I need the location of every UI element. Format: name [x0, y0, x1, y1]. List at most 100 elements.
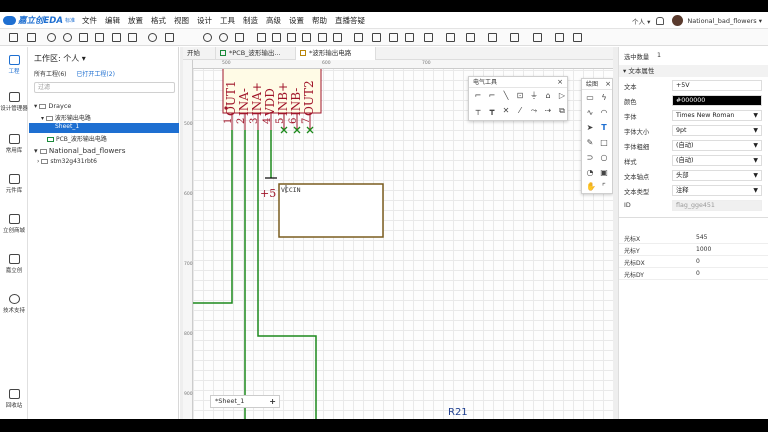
tree-stm32[interactable]: › stm32g431rbt6: [37, 158, 97, 165]
align-middle-icon[interactable]: [318, 33, 327, 42]
menu-tools[interactable]: 工具: [220, 15, 235, 26]
net-label-icon[interactable]: ⊡: [516, 92, 524, 100]
cut-icon[interactable]: [112, 33, 121, 42]
nav-component-lib[interactable]: 元件库: [0, 174, 28, 194]
netlist-icon[interactable]: [446, 33, 455, 42]
bom-icon[interactable]: [466, 33, 475, 42]
annotate-icon[interactable]: [424, 33, 433, 42]
bus-entry-icon[interactable]: ╲: [502, 92, 510, 100]
net-flag-icon[interactable]: ⌂: [544, 92, 552, 100]
menu-live-qa[interactable]: 直播答疑: [335, 15, 365, 26]
port-icon[interactable]: ▷: [558, 92, 566, 100]
tab-schematic[interactable]: *波形输出电路: [296, 47, 376, 60]
sheet-tab[interactable]: *Sheet_1 +: [210, 395, 280, 408]
align-right-icon[interactable]: [287, 33, 296, 42]
nav-design-manager[interactable]: 设计管理器: [0, 92, 28, 112]
corner-icon[interactable]: ⌜: [600, 183, 608, 191]
font-select[interactable]: Times New Roman ▼: [672, 110, 762, 121]
distribute-icon[interactable]: [354, 33, 363, 42]
menu-format[interactable]: 格式: [151, 15, 166, 26]
library-icon[interactable]: [533, 33, 542, 42]
image-icon[interactable]: ▭: [586, 94, 594, 102]
fit-icon[interactable]: [235, 33, 244, 42]
curve-icon[interactable]: ∿: [586, 109, 594, 117]
personal-dropdown[interactable]: 个人 ▾: [632, 16, 650, 26]
picture-icon[interactable]: ▣: [600, 169, 608, 177]
new-icon[interactable]: [9, 33, 18, 42]
menu-manufacture[interactable]: 制造: [243, 15, 258, 26]
nav-common-lib[interactable]: 常用库: [0, 134, 28, 154]
nav-lcsc[interactable]: 立创商城: [0, 214, 28, 234]
menu-view[interactable]: 视图: [174, 15, 189, 26]
align-left-icon[interactable]: [257, 33, 266, 42]
undo-icon[interactable]: [47, 33, 56, 42]
menu-advanced[interactable]: 高级: [266, 15, 281, 26]
tree-sheet-1[interactable]: Sheet_1: [29, 123, 179, 133]
filter-input[interactable]: 过滤: [34, 82, 175, 93]
junction-icon[interactable]: ⤳: [530, 107, 538, 115]
menu-edit[interactable]: 编辑: [105, 15, 120, 26]
arc-icon[interactable]: ◠: [600, 109, 608, 117]
align-top-icon[interactable]: [302, 33, 311, 42]
tab-start[interactable]: 开始: [183, 47, 216, 60]
bus-icon[interactable]: ⌐: [488, 92, 496, 100]
flip-v-icon[interactable]: [405, 33, 414, 42]
delete-icon[interactable]: [128, 33, 137, 42]
net-port-icon[interactable]: ⇢: [544, 107, 552, 115]
menu-place[interactable]: 放置: [128, 15, 143, 26]
copy-icon[interactable]: [79, 33, 88, 42]
menu-settings[interactable]: 设置: [289, 15, 304, 26]
schematic-canvas[interactable]: OUT1 INA- INA+ VDD INB+ INB- OUT2 1 2 3 …: [183, 60, 613, 419]
tree-pcb[interactable]: PCB_波形输出电路: [47, 134, 107, 143]
tab-pcb[interactable]: *PCB_波形输出...: [216, 47, 296, 60]
text-value-input[interactable]: +5V: [672, 80, 762, 91]
rotate-icon[interactable]: [372, 33, 381, 42]
menu-help[interactable]: 帮助: [312, 15, 327, 26]
zoom-out-icon[interactable]: [219, 33, 228, 42]
vcc-icon[interactable]: ┳: [488, 107, 496, 115]
bell-icon[interactable]: [656, 16, 665, 25]
pen-icon[interactable]: ⁄: [516, 107, 524, 115]
wire-icon[interactable]: ⌐: [474, 92, 482, 100]
nav-trash[interactable]: 回收站: [0, 389, 28, 409]
tree-project-national[interactable]: ▾ National_bad_flowers: [34, 146, 126, 155]
app-logo[interactable]: 嘉立创EDA 标准: [3, 14, 78, 26]
tab-all-projects[interactable]: 所有工程(6): [34, 71, 67, 78]
align-center-icon[interactable]: [272, 33, 281, 42]
arrow-icon[interactable]: ➤: [586, 124, 594, 132]
pin-icon[interactable]: ⧉: [558, 107, 566, 115]
color-input[interactable]: #000000: [672, 95, 762, 106]
text-type-select[interactable]: 注释 ▼: [672, 185, 762, 196]
align-bottom-icon[interactable]: [333, 33, 342, 42]
redo-icon[interactable]: [63, 33, 72, 42]
style-select[interactable]: (自动) ▼: [672, 155, 762, 166]
share-icon[interactable]: [555, 33, 564, 42]
username-dropdown[interactable]: National_bad_flowers ▾: [687, 17, 762, 25]
line-icon[interactable]: ϟ: [600, 94, 608, 102]
power-flag-icon[interactable]: ┬: [474, 107, 482, 115]
workspace-title[interactable]: 工作区: 个人 ▾: [34, 53, 86, 64]
pie-icon[interactable]: ◔: [586, 169, 594, 177]
no-connect-icon[interactable]: ✕: [502, 107, 510, 115]
zoom-in-icon[interactable]: [203, 33, 212, 42]
tab-open-projects[interactable]: 已打开工程(2): [76, 71, 115, 78]
polygon-icon[interactable]: ⊃: [586, 154, 594, 162]
font-weight-select[interactable]: (自动) ▼: [672, 140, 762, 151]
close-icon[interactable]: ×: [557, 77, 563, 87]
anchor-select[interactable]: 头部 ▼: [672, 170, 762, 181]
text-properties-section[interactable]: ▾ 文本属性: [619, 65, 768, 77]
close-icon[interactable]: ×: [605, 79, 611, 89]
menu-file[interactable]: 文件: [82, 15, 97, 26]
ground-icon[interactable]: ⏚: [530, 92, 538, 100]
nav-project[interactable]: 工程: [0, 55, 28, 75]
drc-icon[interactable]: [510, 33, 519, 42]
menu-design[interactable]: 设计: [197, 15, 212, 26]
paste-icon[interactable]: [95, 33, 104, 42]
circle-icon[interactable]: ○: [600, 154, 608, 162]
nav-support[interactable]: 技术支持: [0, 294, 28, 314]
find-icon[interactable]: [148, 33, 157, 42]
layers-icon[interactable]: [573, 33, 582, 42]
font-size-select[interactable]: 9pt ▼: [672, 125, 762, 136]
pcb-convert-icon[interactable]: [488, 33, 497, 42]
add-sheet-button[interactable]: +: [269, 396, 276, 407]
